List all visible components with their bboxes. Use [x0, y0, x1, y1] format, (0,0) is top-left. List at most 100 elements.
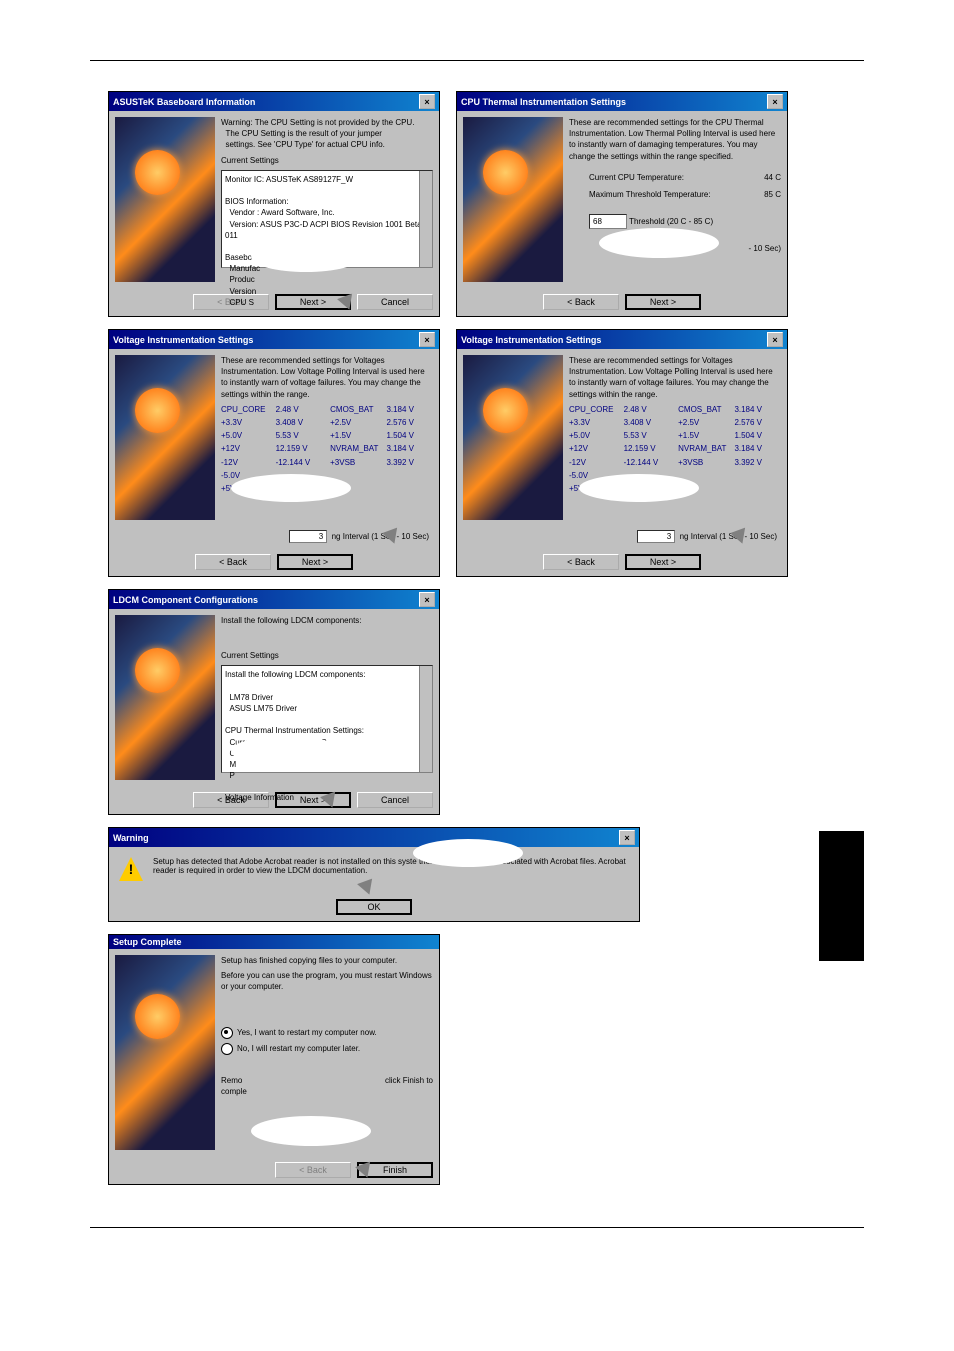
cell: +12V [569, 443, 616, 454]
cell: CMOS_BAT [330, 404, 378, 415]
max-temp-label: Maximum Threshold Temperature: [589, 189, 711, 200]
opt1-label: Yes, I want to restart my computer now. [237, 1028, 377, 1037]
next-button[interactable]: Next > [625, 554, 701, 570]
titlebar: CPU Thermal Instrumentation Settings × [457, 92, 787, 111]
current-settings-label: Current Settings [221, 155, 433, 166]
poll-input[interactable]: 3 [289, 530, 327, 543]
max-temp-value: 85 C [764, 189, 781, 200]
intro-text: These are recommended settings for the C… [569, 117, 781, 162]
cell: 2.576 V [734, 417, 781, 428]
warning-text: Setup has detected that Adobe Acrobat re… [153, 857, 629, 875]
titlebar: Voltage Instrumentation Settings × [109, 330, 439, 349]
cell: 3.184 V [386, 404, 433, 415]
titlebar: ASUSTeK Baseboard Information × [109, 92, 439, 111]
cancel-button[interactable]: Cancel [357, 792, 433, 808]
poll-suffix: - 10 Sec) [749, 244, 781, 253]
side-tab [819, 831, 864, 961]
poll-input[interactable]: 3 [637, 530, 675, 543]
baseboard-info-dialog: ASUSTeK Baseboard Information × Warning:… [108, 91, 440, 317]
title-text: Setup Complete [113, 937, 182, 947]
cell: +5.0V [221, 430, 268, 441]
wizard-image [115, 615, 215, 780]
cell: CPU_CORE [221, 404, 268, 415]
warning-text: Warning: The CPU Setting is not provided… [221, 117, 433, 151]
cell: -12V [569, 457, 616, 468]
close-icon[interactable]: × [419, 592, 435, 607]
next-button[interactable]: Next > [625, 294, 701, 310]
cell: +2.5V [678, 417, 726, 428]
scrollbar[interactable] [419, 171, 432, 267]
cell: 3.184 V [386, 443, 433, 454]
cell: +5.0V [569, 430, 616, 441]
cell: 3.408 V [276, 417, 323, 428]
cell: -12.144 V [624, 457, 671, 468]
titlebar: LDCM Component Configurations × [109, 590, 439, 609]
radio-no[interactable] [221, 1043, 233, 1055]
warning-dialog: Warning × ! Setup has detected that Adob… [108, 827, 640, 922]
cell: 1.504 V [386, 430, 433, 441]
cell: +3.3V [221, 417, 268, 428]
heading-text: Install the following LDCM components: [221, 615, 433, 626]
titlebar: Warning × [109, 828, 639, 847]
title-text: Voltage Instrumentation Settings [461, 335, 601, 345]
cell: 2.576 V [386, 417, 433, 428]
cell: NVRAM_BAT [330, 443, 378, 454]
cell: +3.3V [569, 417, 616, 428]
cell: 5.53 V [276, 430, 323, 441]
cell: +3VSB [330, 457, 378, 468]
titlebar: Setup Complete [109, 935, 439, 949]
opt2-label: No, I will restart my computer later. [237, 1044, 360, 1053]
radio-yes[interactable] [221, 1027, 233, 1039]
cpu-thermal-dialog: CPU Thermal Instrumentation Settings × T… [456, 91, 788, 317]
line1: Setup has finished copying files to your… [221, 955, 433, 966]
close-icon[interactable]: × [619, 830, 635, 845]
line3b: click Finish to [385, 1075, 433, 1086]
back-button[interactable]: < Back [195, 554, 271, 570]
cell: -12.144 V [276, 457, 323, 468]
cell: CPU_CORE [569, 404, 616, 415]
line2: Before you can use the program, you must… [221, 970, 433, 992]
setup-complete-dialog: Setup Complete Setup has finished copyin… [108, 934, 440, 1185]
cell: 3.392 V [734, 457, 781, 468]
scrollbar[interactable] [419, 666, 432, 772]
voltage-dialog-1: Voltage Instrumentation Settings × These… [108, 329, 440, 577]
next-button[interactable]: Next > [277, 554, 353, 570]
close-icon[interactable]: × [419, 94, 435, 109]
cell: 12.159 V [624, 443, 671, 454]
cell: 2.48 V [624, 404, 671, 415]
voltage-dialog-2: Voltage Instrumentation Settings × These… [456, 329, 788, 577]
wizard-image [115, 117, 215, 282]
line3a: Remo [221, 1075, 242, 1086]
cancel-button[interactable]: Cancel [357, 294, 433, 310]
cell: +3VSB [678, 457, 726, 468]
wizard-image [463, 117, 563, 282]
cell: CMOS_BAT [678, 404, 726, 415]
close-icon[interactable]: × [767, 94, 783, 109]
poll-label: ng Interval (1 Sec - 10 Sec) [332, 532, 429, 541]
back-button: < Back [275, 1162, 351, 1178]
cell: +2.5V [330, 417, 378, 428]
current-settings-label: Current Settings [221, 650, 433, 661]
back-button[interactable]: < Back [543, 554, 619, 570]
ok-button[interactable]: OK [336, 899, 412, 915]
close-icon[interactable]: × [419, 332, 435, 347]
cell: 3.408 V [624, 417, 671, 428]
cur-temp-label: Current CPU Temperature: [589, 172, 684, 183]
title-text: ASUSTeK Baseboard Information [113, 97, 255, 107]
threshold-input[interactable]: 68 [589, 214, 627, 229]
cell: +1.5V [678, 430, 726, 441]
cell: 12.159 V [276, 443, 323, 454]
wizard-image [463, 355, 563, 520]
threshold-range: (20 C - 85 C) [667, 217, 713, 226]
cell: 3.184 V [734, 404, 781, 415]
cell: 3.184 V [734, 443, 781, 454]
cell: NVRAM_BAT [678, 443, 726, 454]
title-text: Warning [113, 833, 149, 843]
cell: +12V [221, 443, 268, 454]
back-button[interactable]: < Back [543, 294, 619, 310]
wizard-image [115, 355, 215, 520]
cell: 3.392 V [386, 457, 433, 468]
intro-text: These are recommended settings for Volta… [569, 355, 781, 400]
close-icon[interactable]: × [767, 332, 783, 347]
warning-icon: ! [119, 857, 143, 881]
